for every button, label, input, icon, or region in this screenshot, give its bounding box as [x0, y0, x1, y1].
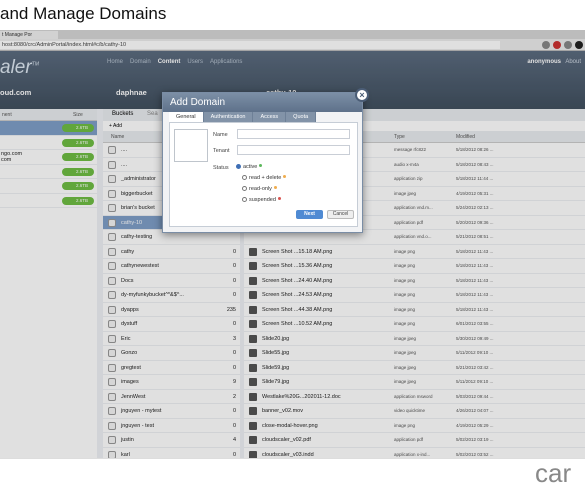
- tab-authentication[interactable]: Authentication: [203, 112, 254, 122]
- status-read-only-radio[interactable]: read-only: [242, 186, 277, 192]
- tab-quota[interactable]: Quota: [286, 112, 317, 122]
- footer-logo: car: [535, 458, 572, 488]
- add-domain-dialog: Add Domain × General Authentication Acce…: [162, 88, 369, 233]
- tenant-field[interactable]: [237, 145, 350, 155]
- dialog-tabs: General Authentication Access Quota: [169, 112, 317, 122]
- name-label: Name: [213, 132, 228, 138]
- tenant-label: Tenant: [213, 148, 230, 154]
- dialog-title: Add Domain: [163, 93, 362, 112]
- name-field[interactable]: [237, 129, 350, 139]
- slide-title: and Manage Domains: [0, 4, 167, 23]
- tab-access[interactable]: Access: [253, 112, 287, 122]
- cancel-button[interactable]: Cancel: [327, 210, 354, 219]
- tab-general[interactable]: General: [169, 112, 204, 122]
- next-button[interactable]: Next: [296, 210, 323, 219]
- domain-logo-placeholder[interactable]: [174, 129, 208, 162]
- status-read-delete-radio[interactable]: read + delete: [242, 175, 287, 181]
- footer-divider: [0, 458, 585, 459]
- status-label: Status: [213, 165, 229, 171]
- close-icon[interactable]: ×: [355, 88, 369, 102]
- status-suspended-radio[interactable]: suspended: [242, 197, 281, 203]
- dialog-body: Name Tenant Status active read + delete …: [169, 122, 358, 227]
- status-active-radio[interactable]: active: [236, 164, 263, 170]
